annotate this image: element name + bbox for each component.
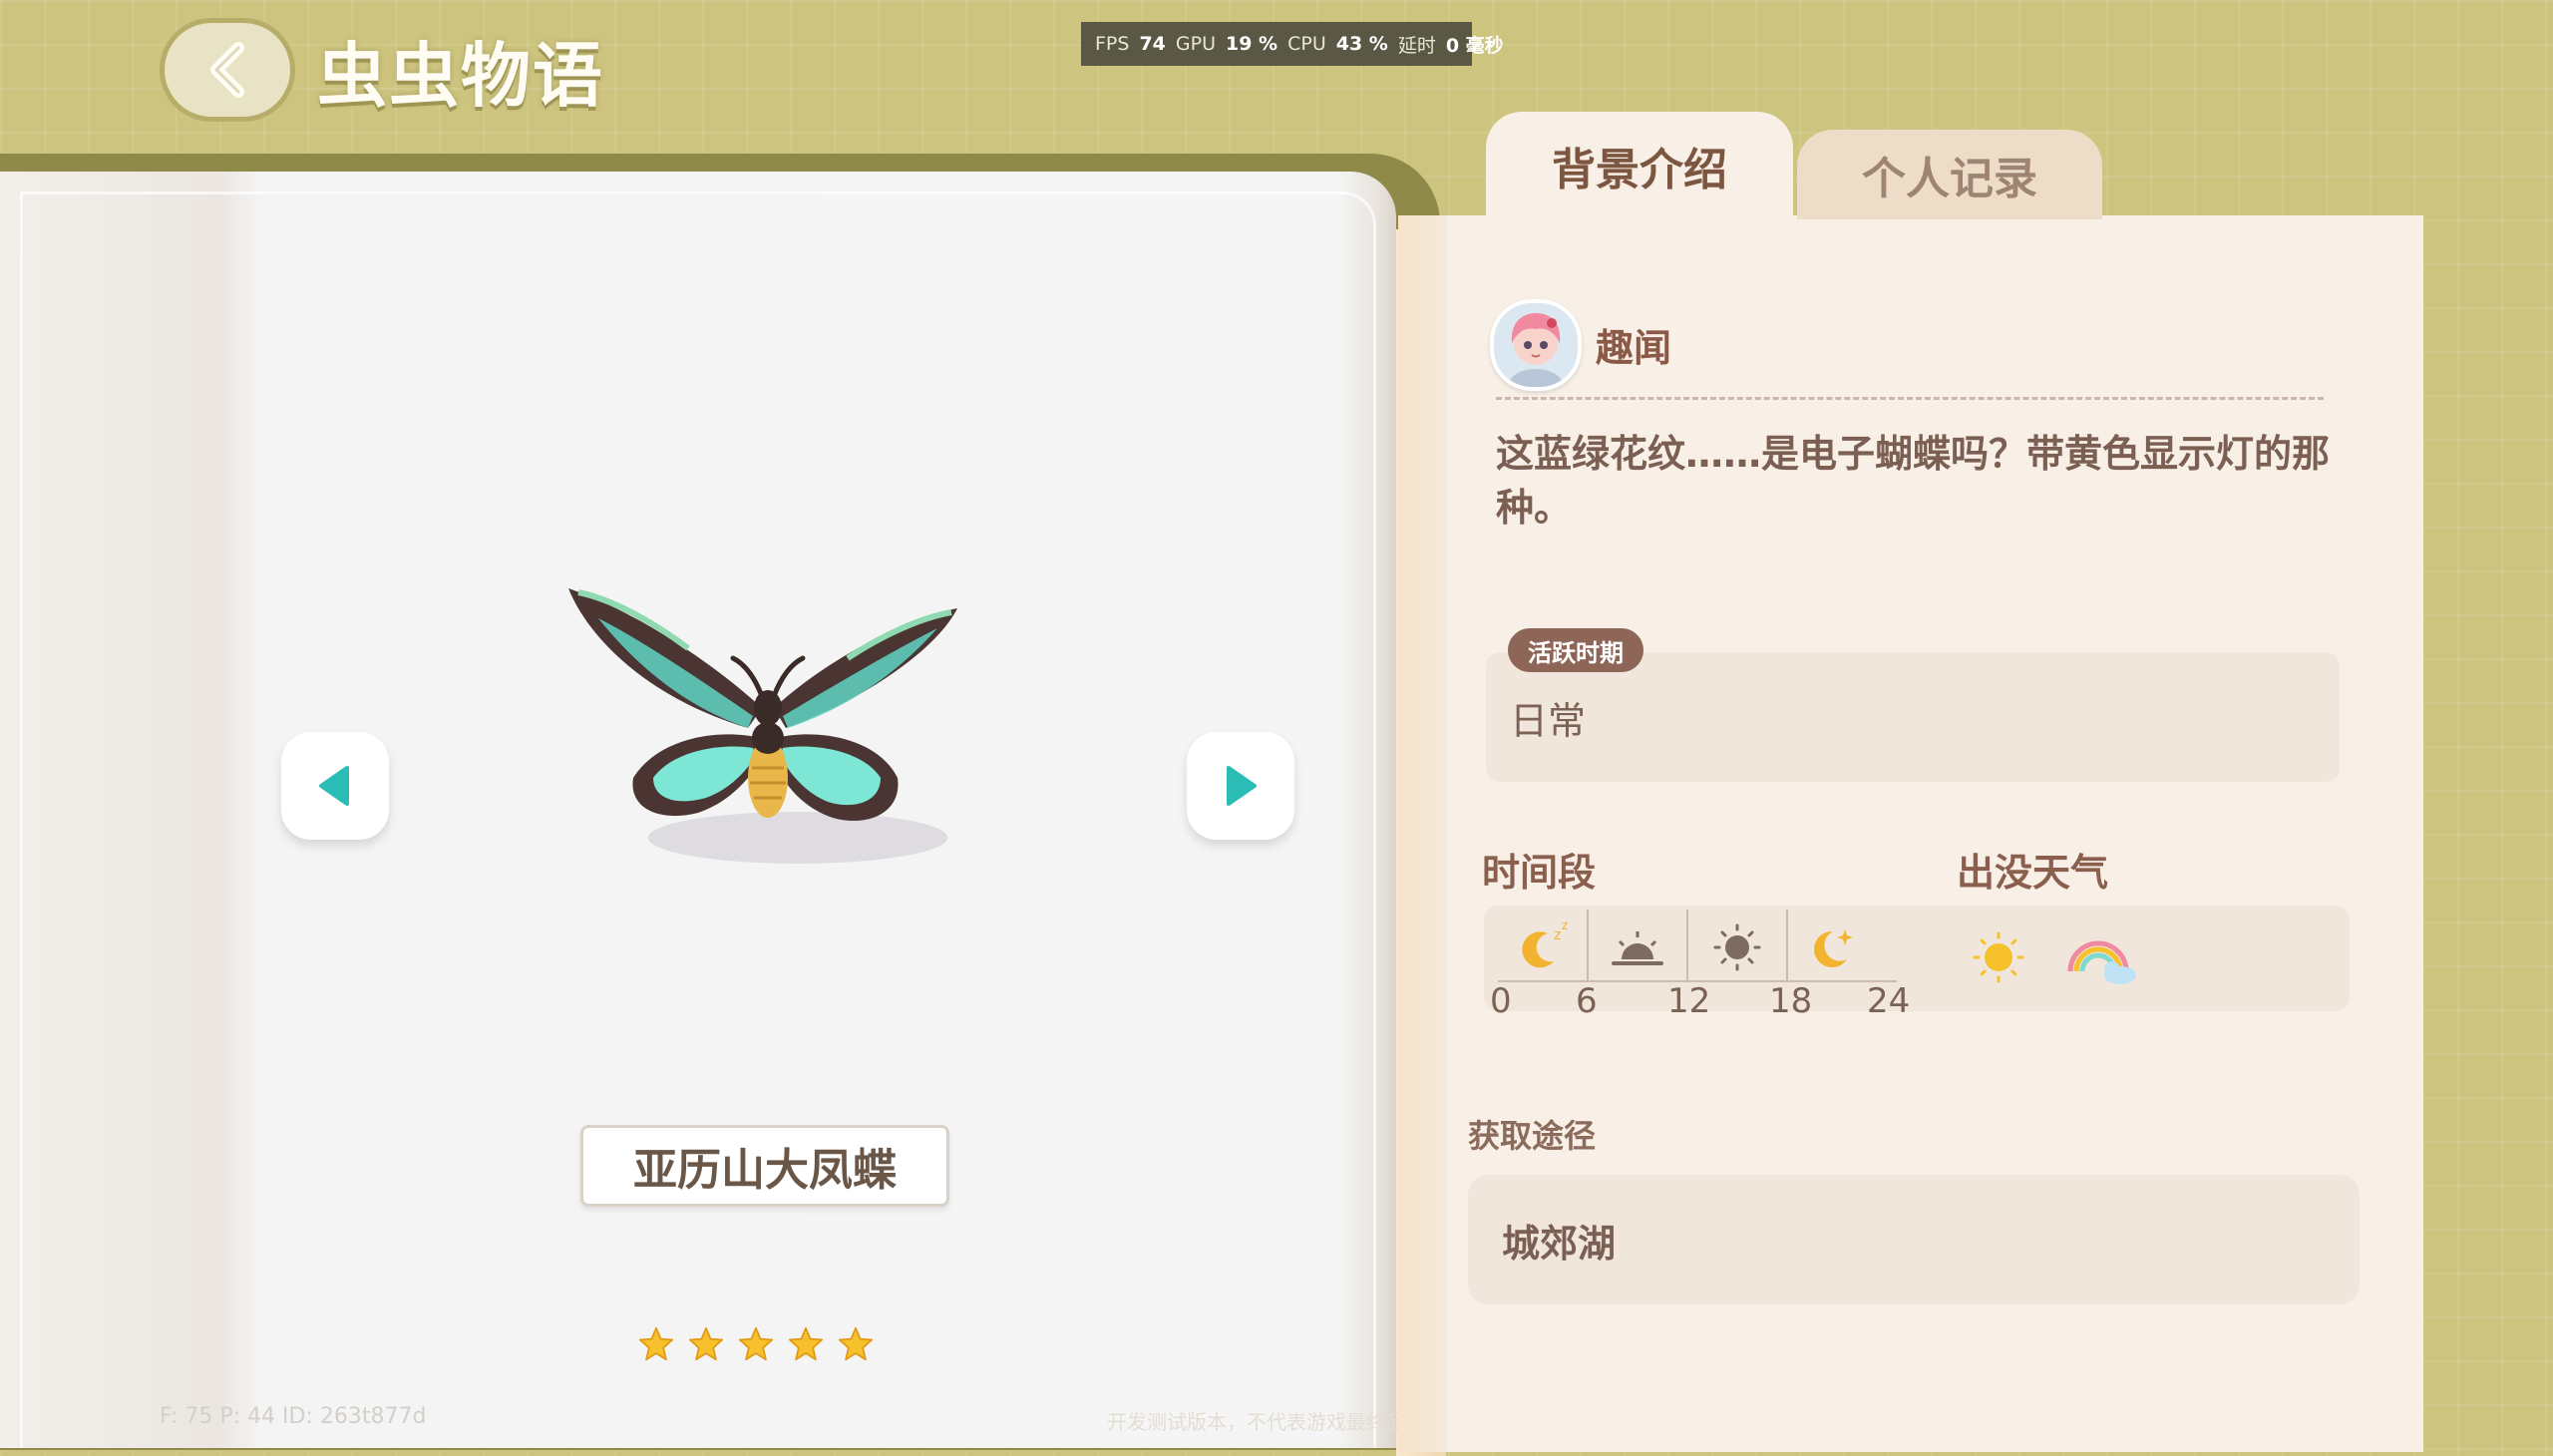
chevron-left-icon [210,42,244,98]
tab-personal-record[interactable]: 个人记录 [1797,130,2102,219]
moon-icon [1814,929,1853,967]
time-tick-0: 0 [1490,981,1512,1021]
divider [1496,397,2324,400]
svg-text:z: z [1554,927,1561,943]
triangle-left-icon [319,766,349,806]
cpu-label: CPU [1287,33,1326,55]
active-period-value: 日常 [1510,699,1587,743]
fps-value: 74 [1139,33,1166,55]
cpu-value: 43 % [1335,33,1388,55]
acquisition-location: 城郊湖 [1468,1175,2360,1304]
performance-overlay: FPS 74 GPU 19 % CPU 43 % 延时 0 毫秒 [1081,22,1504,66]
back-button[interactable] [160,18,295,122]
svg-text:z: z [1562,918,1568,932]
time-tick-12: 12 [1667,981,1711,1021]
time-tick-6: 6 [1576,981,1598,1021]
star-icon [838,1326,874,1361]
page-title: 虫虫物语 [317,35,604,117]
time-of-day-chart: z z [1498,910,1897,982]
next-insect-button[interactable] [1187,732,1294,840]
rainbow-icon [2067,940,2136,984]
star-icon [738,1326,774,1361]
rarity-stars [638,1326,874,1362]
fps-label: FPS [1095,33,1130,55]
build-watermark: 开发测试版本，不代表游戏最终品质 [1107,1410,1426,1434]
fun-fact-title: 趣闻 [1596,326,1672,370]
tab-background-intro[interactable]: 背景介绍 [1486,112,1793,219]
sunny-icon [1973,931,2024,983]
active-period-tag: 活跃时期 [1508,628,1643,672]
weather-icons [1973,931,2136,984]
time-of-day-label: 时间段 [1482,851,1597,895]
debug-info: F: 75 P: 44 ID: 263t877d [160,1404,427,1429]
panel-spine [1398,215,1446,1452]
weather-label: 出没天气 [1957,851,2109,895]
star-icon [788,1326,824,1361]
sunrise-icon [1612,931,1663,965]
time-tick-18: 18 [1769,981,1813,1021]
previous-insect-button[interactable] [281,732,389,840]
character-portrait-icon [1494,303,1578,387]
avatar [1490,299,1582,391]
moon-sleep-icon: z z [1522,918,1568,968]
star-icon [688,1326,724,1361]
fun-fact-text: 这蓝绿花纹……是电子蝴蝶吗？带黄色显示灯的那种。 [1496,432,2331,530]
time-tick-24: 24 [1867,981,1911,1021]
gpu-value: 19 % [1226,33,1278,55]
butterfly-model [568,588,957,864]
acquisition-label: 获取途径 [1468,1117,1597,1155]
delay-value: 0 毫秒 [1445,34,1504,57]
star-icon [638,1326,674,1361]
gpu-label: GPU [1175,33,1216,55]
insect-name: 亚历山大凤蝶 [580,1125,949,1207]
sun-icon [1713,923,1761,971]
delay-label: 延时 [1397,34,1436,57]
triangle-right-icon [1227,766,1257,806]
